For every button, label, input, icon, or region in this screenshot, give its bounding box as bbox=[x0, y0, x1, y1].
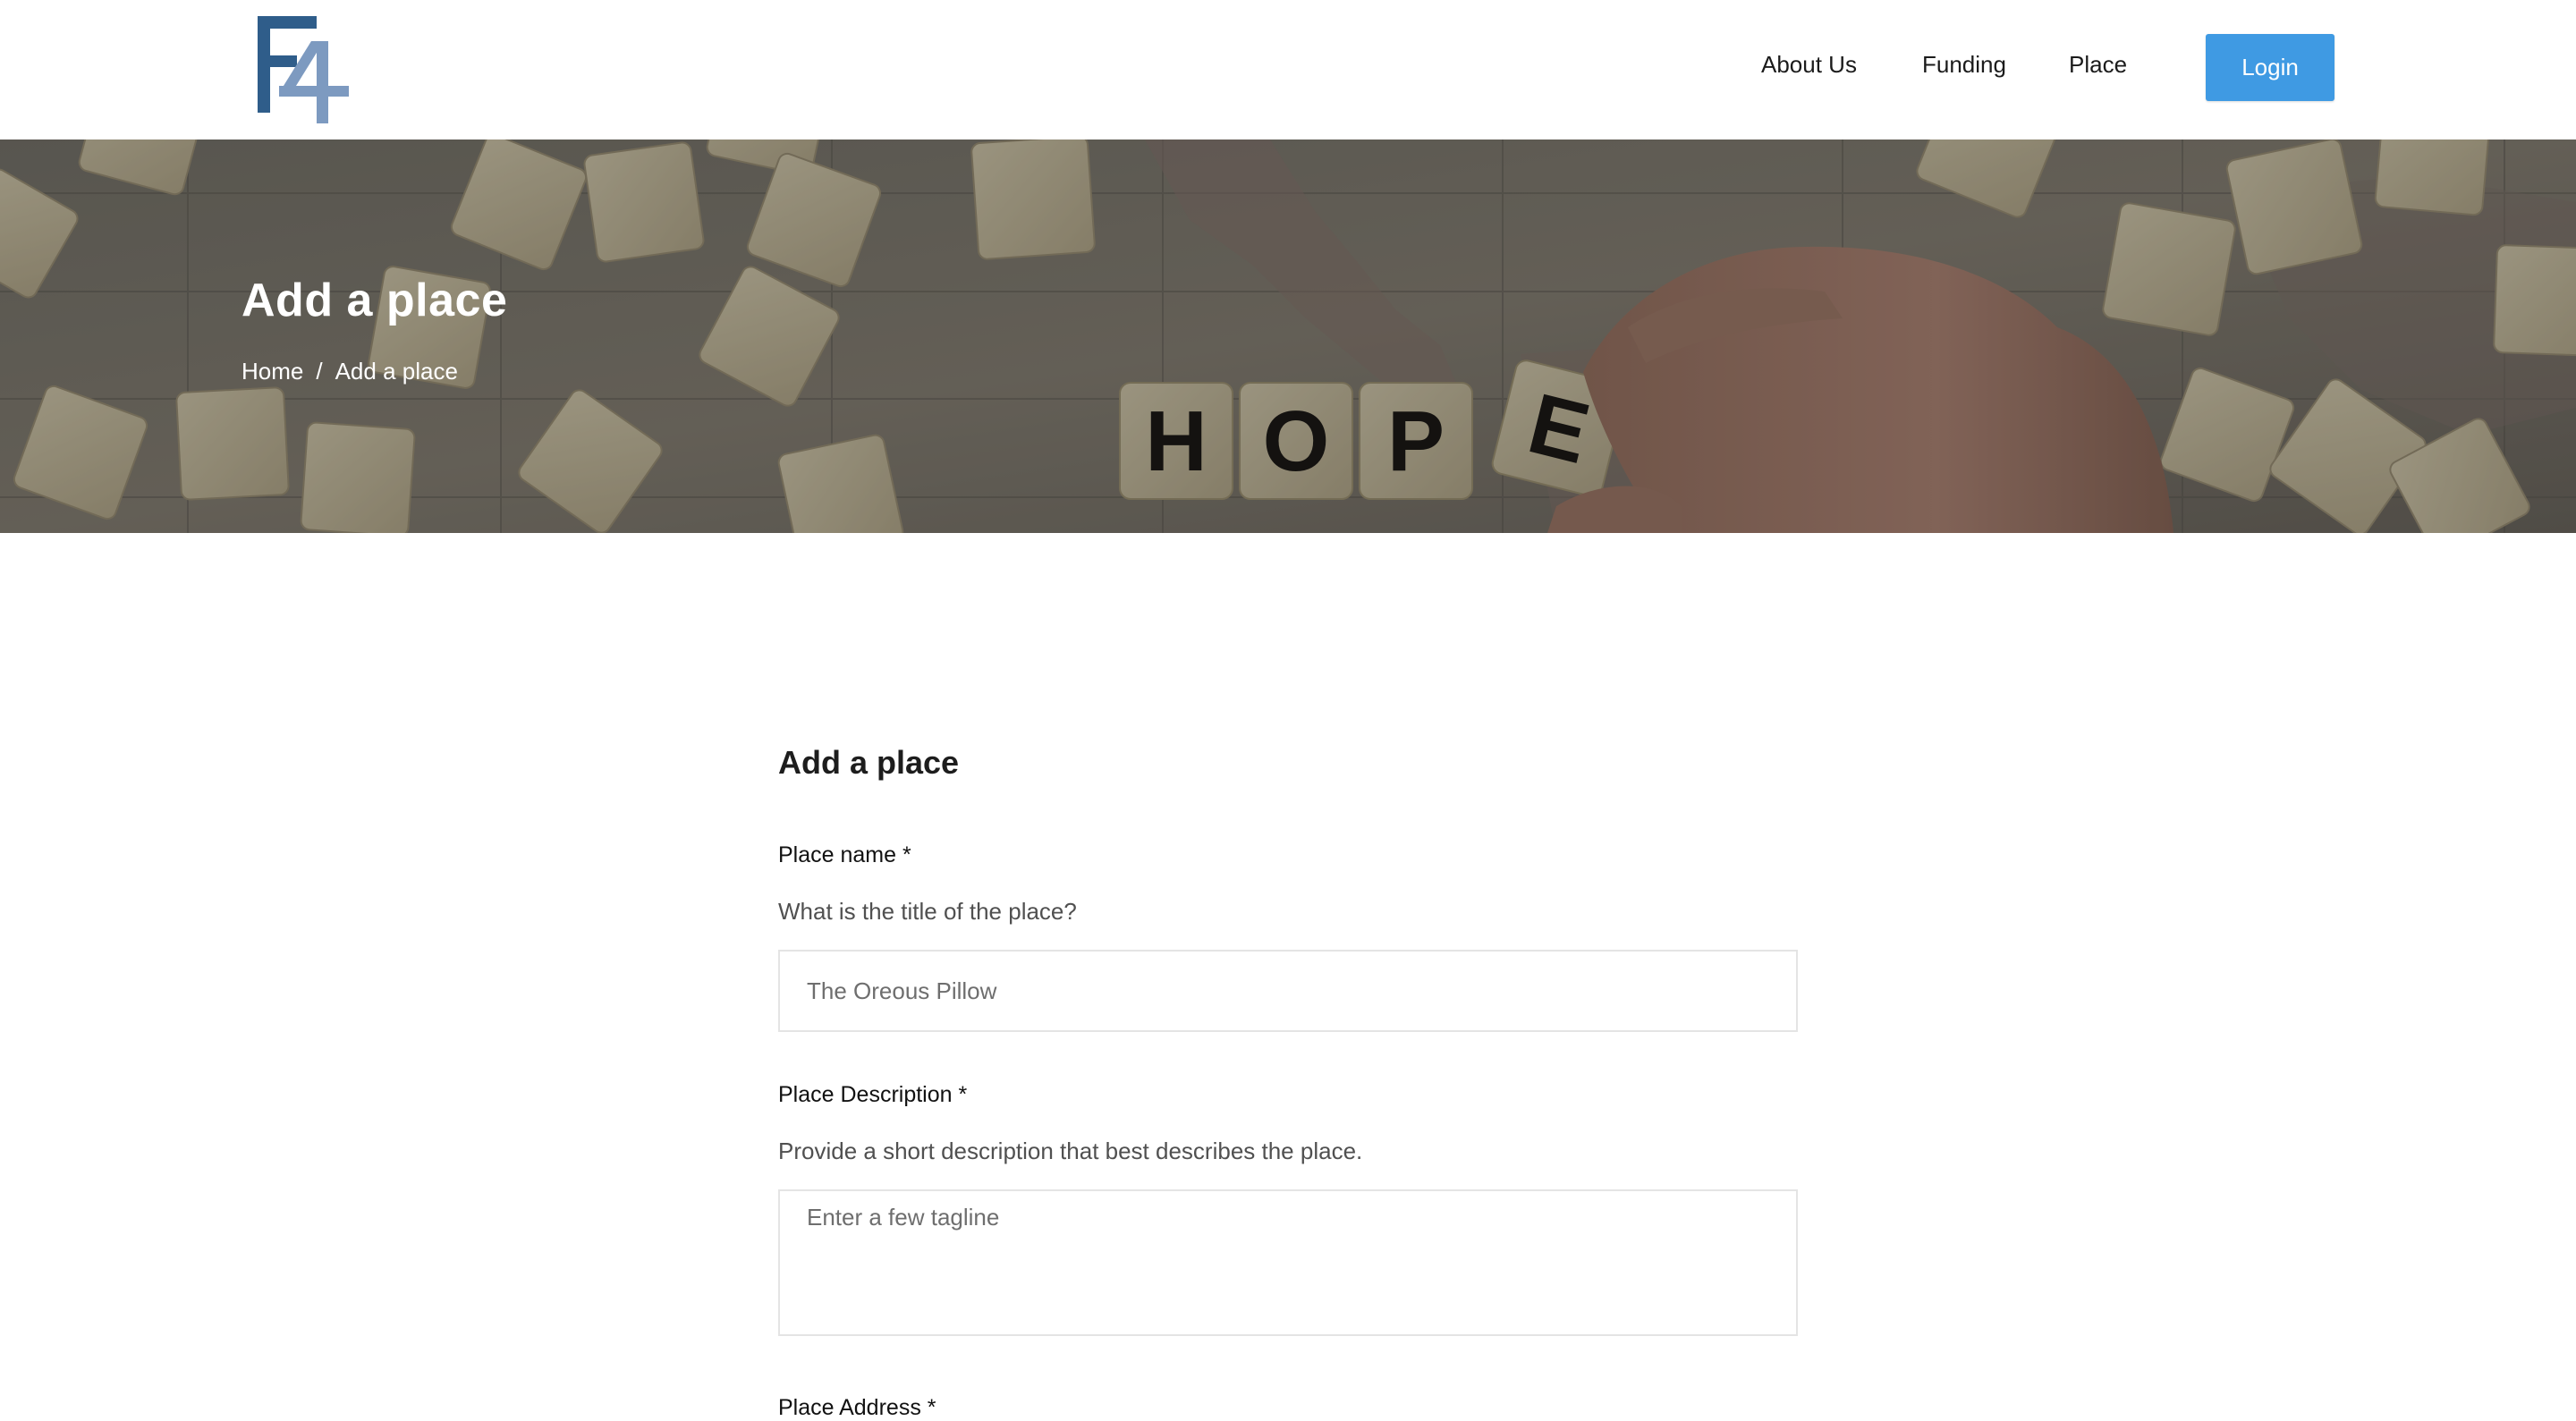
login-button[interactable]: Login bbox=[2206, 34, 2334, 101]
hero-title: Add a place bbox=[242, 275, 508, 326]
nav-funding-link[interactable]: Funding bbox=[1922, 47, 2006, 82]
breadcrumb-home-link[interactable]: Home bbox=[242, 358, 303, 385]
place-name-input[interactable] bbox=[778, 950, 1798, 1032]
breadcrumb-separator: / bbox=[316, 358, 323, 385]
place-description-help-text: Provide a short description that best de… bbox=[778, 1138, 1363, 1164]
hero-background-image: H O P E bbox=[0, 140, 2576, 533]
form-title: Add a place bbox=[778, 744, 960, 781]
place-description-label: Place Description * bbox=[778, 1082, 968, 1107]
nav-about-us-link[interactable]: About Us bbox=[1761, 47, 1857, 82]
breadcrumb-current: Add a place bbox=[335, 358, 458, 385]
logo-icon bbox=[258, 16, 349, 123]
place-address-label: Place Address * bbox=[778, 1395, 936, 1420]
place-name-help-text: What is the title of the place? bbox=[778, 898, 1077, 925]
hero-banner: H O P E Add a place Home / Add a place bbox=[0, 140, 2576, 533]
breadcrumb: Home / Add a place bbox=[242, 358, 458, 385]
nav-place-link[interactable]: Place bbox=[2069, 47, 2127, 82]
place-name-label: Place name * bbox=[778, 842, 911, 867]
top-navbar: About Us Funding Place Login bbox=[0, 0, 2576, 140]
place-description-textarea[interactable] bbox=[778, 1189, 1798, 1336]
f4-logo[interactable] bbox=[256, 14, 352, 123]
